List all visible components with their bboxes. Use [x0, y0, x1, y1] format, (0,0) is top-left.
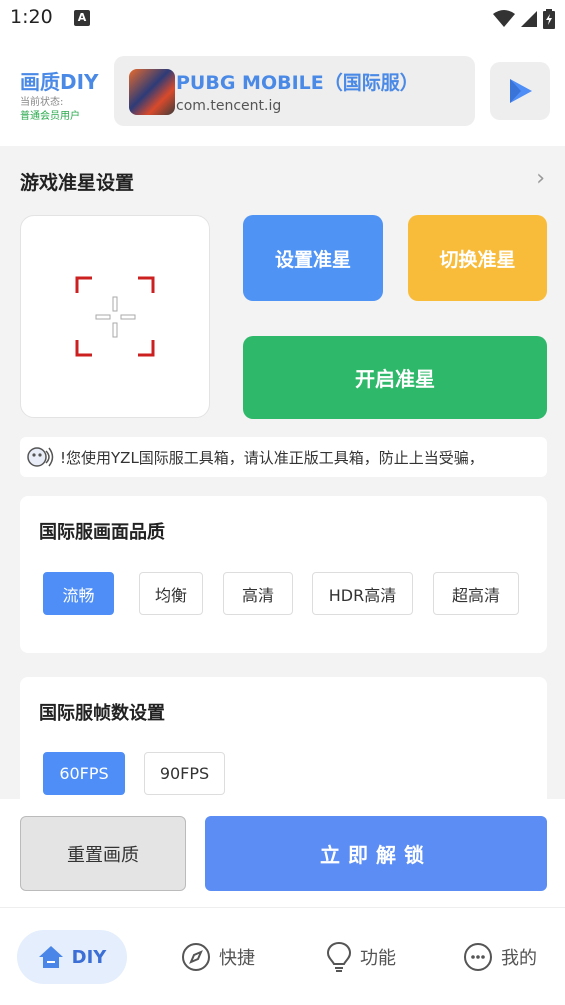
- profile-icon: [464, 943, 492, 971]
- compass-icon: [182, 943, 210, 971]
- speaker-icon: [27, 447, 54, 467]
- game-package: com.tencent.ig: [176, 98, 282, 114]
- fps-card: 国际服帧数设置 60FPS 90FPS: [20, 677, 547, 817]
- quality-title: 国际服画面品质: [39, 522, 165, 543]
- nav-item-features[interactable]: 功能: [306, 930, 416, 984]
- fps-option-90[interactable]: 90FPS: [144, 752, 225, 795]
- home-icon: [38, 946, 63, 968]
- signal-icon: [520, 10, 537, 27]
- chevron-right-icon[interactable]: ›: [536, 166, 545, 191]
- user-status: 普通会员用户: [20, 111, 80, 122]
- quality-option-smooth[interactable]: 流畅: [43, 572, 114, 615]
- wifi-icon: [492, 9, 515, 27]
- battery-icon: [543, 8, 555, 29]
- crosshair-section-title: 游戏准星设置: [20, 172, 135, 194]
- status-label: 当前状态:: [20, 97, 64, 108]
- action-bar: 重置画质 立即解锁: [0, 799, 565, 907]
- nav-item-profile[interactable]: 我的: [445, 930, 555, 984]
- app-header: 画质DIY 当前状态: 普通会员用户 PUBG MOBILE（国际服） com.…: [0, 36, 565, 146]
- notification-badge-icon: A: [74, 10, 90, 26]
- brand-title: 画质DIY: [20, 70, 99, 94]
- quality-option-hd[interactable]: 高清: [223, 572, 293, 615]
- game-icon: [129, 69, 175, 115]
- fps-option-60[interactable]: 60FPS: [43, 752, 125, 795]
- unlock-button[interactable]: 立即解锁: [205, 816, 547, 891]
- switch-crosshair-button[interactable]: 切换准星: [408, 215, 547, 301]
- quality-option-balanced[interactable]: 均衡: [139, 572, 203, 615]
- nav-label-diy: DIY: [71, 946, 107, 968]
- game-name: PUBG MOBILE（国际服）: [176, 72, 419, 94]
- reset-quality-button[interactable]: 重置画质: [20, 816, 186, 891]
- lightbulb-icon: [326, 941, 352, 972]
- nav-item-diy[interactable]: DIY: [17, 930, 127, 984]
- notice-bar: !您使用YZL国际服工具箱，请认准正版工具箱，防止上当受骗，: [20, 437, 547, 477]
- enable-crosshair-button[interactable]: 开启准星: [243, 336, 547, 419]
- launch-game-button[interactable]: [490, 62, 550, 120]
- play-icon: [510, 79, 532, 103]
- quality-card: 国际服画面品质 流畅 均衡 高清 HDR高清 超高清: [20, 496, 547, 653]
- crosshair-icon: [75, 276, 155, 357]
- status-icons: [492, 8, 555, 29]
- crosshair-preview: [20, 215, 210, 418]
- nav-item-shortcut[interactable]: 快捷: [163, 930, 273, 984]
- notice-text: !您使用YZL国际服工具箱，请认准正版工具箱，防止上当受骗，: [60, 449, 484, 467]
- status-bar: 1:20 A: [0, 0, 565, 36]
- set-crosshair-button[interactable]: 设置准星: [243, 215, 383, 301]
- nav-label-shortcut: 快捷: [219, 948, 255, 969]
- bottom-nav: DIY 快捷 功能 我的: [0, 907, 565, 1005]
- nav-label-profile: 我的: [501, 948, 537, 969]
- game-selector[interactable]: PUBG MOBILE（国际服） com.tencent.ig: [114, 56, 475, 126]
- nav-label-features: 功能: [360, 948, 396, 969]
- fps-title: 国际服帧数设置: [39, 703, 165, 724]
- quality-option-hdr[interactable]: HDR高清: [312, 572, 413, 615]
- quality-option-ultra[interactable]: 超高清: [433, 572, 519, 615]
- status-time: 1:20: [10, 6, 53, 28]
